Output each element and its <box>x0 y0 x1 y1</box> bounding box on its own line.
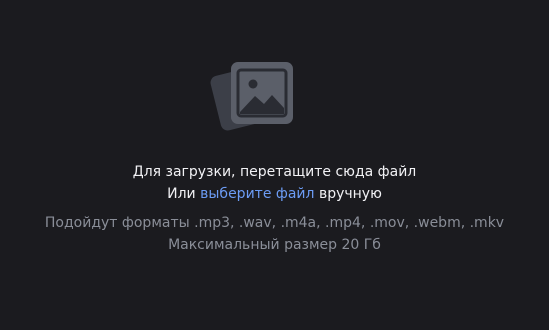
supported-formats: Подойдут форматы .mp3, .wav, .m4a, .mp4,… <box>44 215 505 231</box>
max-size: Максимальный размер 20 Гб <box>168 237 381 253</box>
alt-suffix: вручную <box>318 186 382 202</box>
upload-alternative: Или выберите файл вручную <box>0 184 549 204</box>
image-card-front <box>231 62 293 124</box>
alt-prefix: Или <box>167 186 196 202</box>
choose-file-link[interactable]: выберите файл <box>200 186 314 202</box>
upload-dropzone[interactable]: Для загрузки, перетащите сюда файл Или в… <box>0 0 549 330</box>
upload-title: Для загрузки, перетащите сюда файл <box>132 164 417 180</box>
image-placeholder-icon <box>209 60 297 140</box>
